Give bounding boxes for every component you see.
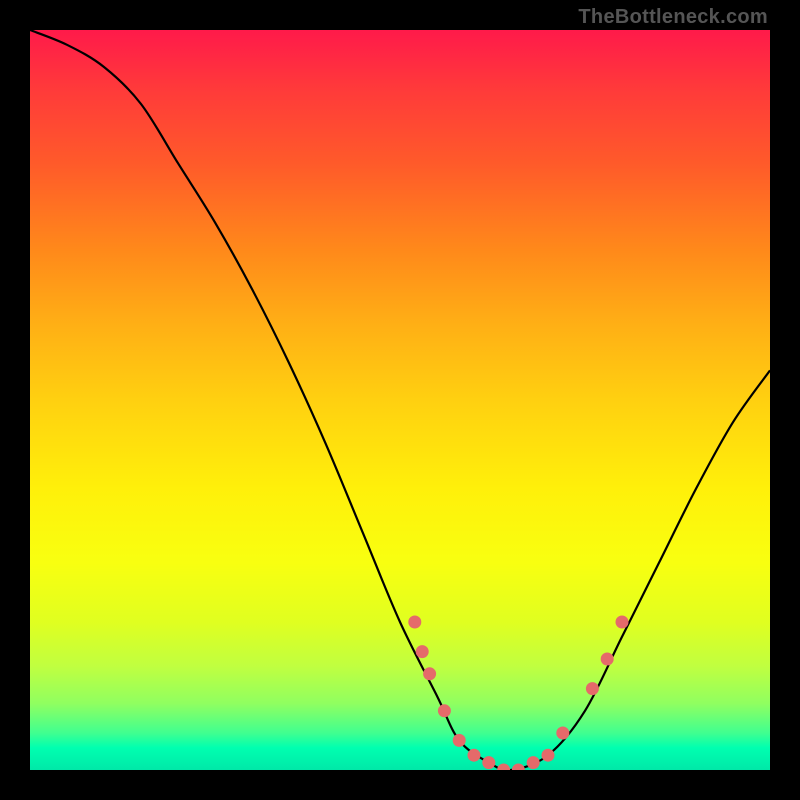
data-point — [408, 616, 421, 629]
data-point — [616, 616, 629, 629]
data-point — [453, 734, 466, 747]
data-point — [586, 682, 599, 695]
data-point — [482, 756, 495, 769]
plot-area — [30, 30, 770, 770]
chart-svg — [30, 30, 770, 770]
data-point — [512, 764, 525, 771]
bottleneck-curve — [30, 30, 770, 770]
data-point — [423, 667, 436, 680]
data-point — [542, 749, 555, 762]
attribution-text: TheBottleneck.com — [578, 6, 768, 29]
data-point — [527, 756, 540, 769]
scatter-dots — [408, 616, 628, 771]
data-point — [556, 727, 569, 740]
data-point — [468, 749, 481, 762]
data-point — [416, 645, 429, 658]
data-point — [497, 764, 510, 771]
data-point — [438, 704, 451, 717]
data-point — [601, 653, 614, 666]
